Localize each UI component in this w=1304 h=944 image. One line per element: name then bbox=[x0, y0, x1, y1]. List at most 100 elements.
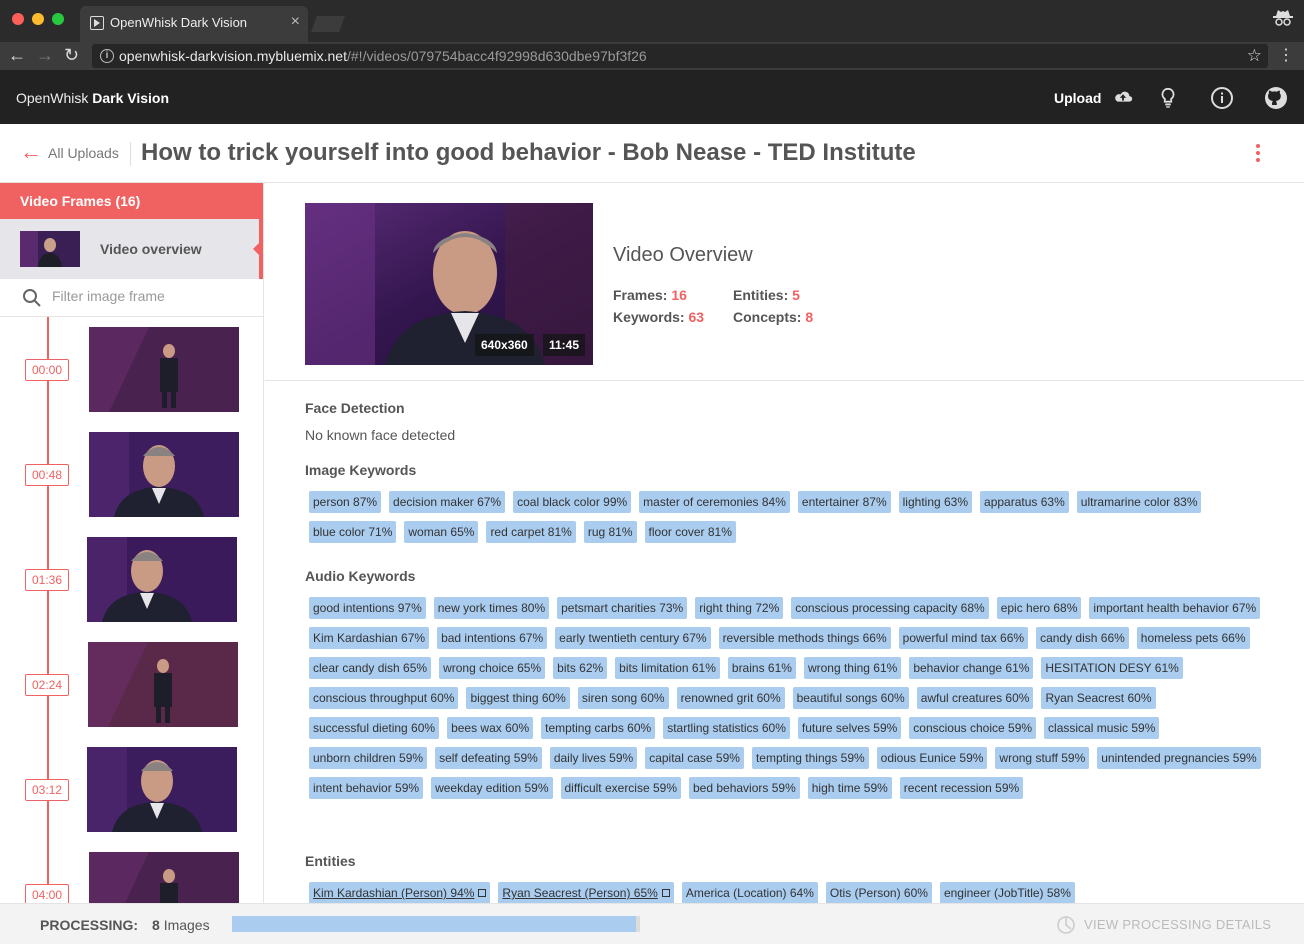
sidebar-item-video-overview[interactable]: Video overview bbox=[0, 219, 263, 279]
browser-toolbar: ← → ↻ i openwhisk-darkvision.mybluemix.n… bbox=[0, 42, 1304, 70]
frames-value: 16 bbox=[671, 287, 687, 303]
image-keyword-tag: coal black color 99% bbox=[513, 491, 632, 513]
audio-keyword-tag: Kim Kardashian 67% bbox=[309, 627, 430, 649]
back-arrow-icon[interactable]: ← bbox=[20, 141, 42, 163]
frame-item[interactable]: 02:24 bbox=[0, 642, 263, 728]
keywords-label: Keywords: bbox=[613, 309, 685, 325]
entities-heading: Entities bbox=[305, 853, 356, 869]
brand-prefix: OpenWhisk bbox=[16, 90, 89, 106]
audio-keyword-tag: bits 62% bbox=[553, 657, 608, 679]
all-uploads-link[interactable]: All Uploads bbox=[48, 145, 119, 161]
frame-item[interactable]: 01:36 bbox=[0, 537, 263, 623]
external-link-icon[interactable] bbox=[478, 889, 487, 897]
audio-keyword-tag: startling statistics 60% bbox=[663, 717, 790, 739]
progress-fill bbox=[232, 916, 636, 932]
audio-keyword-tag: bees wax 60% bbox=[447, 717, 534, 739]
browser-menu-icon[interactable]: ⋮ bbox=[1278, 45, 1294, 65]
frame-timestamp: 00:00 bbox=[25, 359, 69, 381]
entity-tag: America (Location) 64% bbox=[681, 882, 818, 903]
forward-arrow-icon[interactable]: → bbox=[36, 45, 54, 66]
view-processing-details-link[interactable]: VIEW PROCESSING DETAILS bbox=[1084, 917, 1271, 932]
filter-bar bbox=[0, 279, 263, 317]
frame-timestamp: 00:48 bbox=[25, 464, 69, 486]
entities-list: Kim Kardashian (Person) 94% Ryan Seacrest… bbox=[309, 882, 1289, 903]
image-keyword-tag: floor cover 81% bbox=[644, 521, 736, 543]
processing-spinner-icon bbox=[1057, 916, 1075, 934]
frame-item[interactable]: 04:00 bbox=[0, 852, 263, 903]
entity-tag[interactable]: Kim Kardashian (Person) 94% bbox=[309, 882, 491, 903]
browser-tabbar: OpenWhisk Dark Vision × bbox=[0, 0, 1304, 42]
github-icon[interactable] bbox=[1264, 86, 1288, 110]
frame-item[interactable]: 03:12 bbox=[0, 747, 263, 833]
frames-label: Frames: bbox=[613, 287, 668, 303]
audio-keyword-tag: classical music 59% bbox=[1044, 717, 1160, 739]
audio-keyword-tag: candy dish 66% bbox=[1036, 627, 1129, 649]
cloud-upload-icon[interactable] bbox=[1112, 86, 1134, 108]
url-text: openwhisk-darkvision.mybluemix.net/#!/vi… bbox=[119, 48, 647, 64]
frame-timestamp: 03:12 bbox=[25, 779, 69, 801]
bookmark-star-icon[interactable]: ☆ bbox=[1247, 46, 1262, 66]
audio-keyword-tag: bits limitation 61% bbox=[615, 657, 720, 679]
browser-tab[interactable]: OpenWhisk Dark Vision × bbox=[80, 6, 308, 42]
lightbulb-icon[interactable] bbox=[1157, 86, 1179, 110]
image-keywords-heading: Image Keywords bbox=[305, 462, 417, 478]
frame-item[interactable]: 00:48 bbox=[0, 432, 263, 518]
image-keyword-tag: apparatus 63% bbox=[980, 491, 1069, 513]
audio-keyword-tag: conscious processing capacity 68% bbox=[791, 597, 989, 619]
audio-keyword-tag: tempting carbs 60% bbox=[541, 717, 656, 739]
main-content: 640x360 11:45 Video Overview Frames: 16 … bbox=[265, 183, 1304, 903]
video-overview-thumbnail bbox=[20, 231, 80, 267]
frame-item[interactable]: 00:00 bbox=[0, 327, 263, 413]
frame-thumbnail bbox=[89, 852, 239, 903]
entities-stat: Entities: 5 bbox=[733, 287, 800, 303]
filter-image-frame-input[interactable] bbox=[52, 288, 252, 304]
tab-close-icon[interactable]: × bbox=[291, 13, 300, 31]
audio-keyword-tag: behavior change 61% bbox=[909, 657, 1034, 679]
back-arrow-icon[interactable]: ← bbox=[8, 45, 26, 66]
concepts-label: Concepts: bbox=[733, 309, 802, 325]
address-bar[interactable]: i openwhisk-darkvision.mybluemix.net/#!/… bbox=[92, 44, 1268, 68]
site-info-icon[interactable]: i bbox=[100, 49, 114, 63]
face-detection-heading: Face Detection bbox=[305, 400, 405, 416]
entities-label: Entities: bbox=[733, 287, 789, 303]
concepts-value: 8 bbox=[805, 309, 814, 325]
audio-keyword-tag: self defeating 59% bbox=[435, 747, 542, 769]
info-icon[interactable] bbox=[1210, 86, 1234, 110]
more-options-icon[interactable] bbox=[1252, 144, 1264, 165]
keywords-value: 63 bbox=[688, 309, 705, 325]
reload-icon[interactable]: ↻ bbox=[64, 45, 79, 66]
external-link-icon[interactable] bbox=[661, 889, 670, 897]
image-keyword-tag: rug 81% bbox=[583, 521, 637, 543]
frame-thumbnail bbox=[89, 327, 239, 412]
concepts-stat: Concepts: 8 bbox=[733, 309, 813, 325]
minimize-window-button[interactable] bbox=[32, 13, 44, 25]
audio-keyword-tag: important health behavior 67% bbox=[1089, 597, 1261, 619]
audio-keyword-tag: early twentieth century 67% bbox=[555, 627, 711, 649]
audio-keyword-tag: Ryan Seacrest 60% bbox=[1041, 687, 1156, 709]
audio-keyword-tag: conscious choice 59% bbox=[909, 717, 1037, 739]
frame-timestamp: 04:00 bbox=[25, 884, 69, 903]
video-frames-header: Video Frames (16) bbox=[0, 183, 263, 219]
audio-keyword-tag: successful dieting 60% bbox=[309, 717, 440, 739]
processing-footer: PROCESSING: 8 Images VIEW PROCESSING DET… bbox=[0, 903, 1304, 944]
frame-timestamp: 02:24 bbox=[25, 674, 69, 696]
divider bbox=[130, 142, 131, 166]
resolution-badge: 640x360 bbox=[475, 334, 534, 356]
upload-button[interactable]: Upload bbox=[1054, 90, 1101, 106]
app-brand[interactable]: OpenWhisk Dark Vision bbox=[16, 90, 169, 106]
audio-keyword-tag: HESITATION DESY 61% bbox=[1041, 657, 1183, 679]
audio-keyword-tag: reversible methods things 66% bbox=[718, 627, 891, 649]
frame-thumbnail bbox=[87, 747, 237, 832]
brand-name: Dark Vision bbox=[92, 90, 170, 106]
new-tab-button[interactable] bbox=[311, 16, 345, 32]
image-keyword-tag: lighting 63% bbox=[898, 491, 973, 513]
video-preview[interactable]: 640x360 11:45 bbox=[305, 203, 593, 365]
close-window-button[interactable] bbox=[12, 13, 24, 25]
audio-keyword-tag: brains 61% bbox=[727, 657, 796, 679]
image-keyword-tag: blue color 71% bbox=[309, 521, 397, 543]
image-keyword-tag: entertainer 87% bbox=[797, 491, 891, 513]
entity-tag[interactable]: Ryan Seacrest (Person) 65% bbox=[498, 882, 674, 903]
frame-thumbnail bbox=[87, 537, 237, 622]
audio-keyword-tag: future selves 59% bbox=[797, 717, 902, 739]
maximize-window-button[interactable] bbox=[52, 13, 64, 25]
